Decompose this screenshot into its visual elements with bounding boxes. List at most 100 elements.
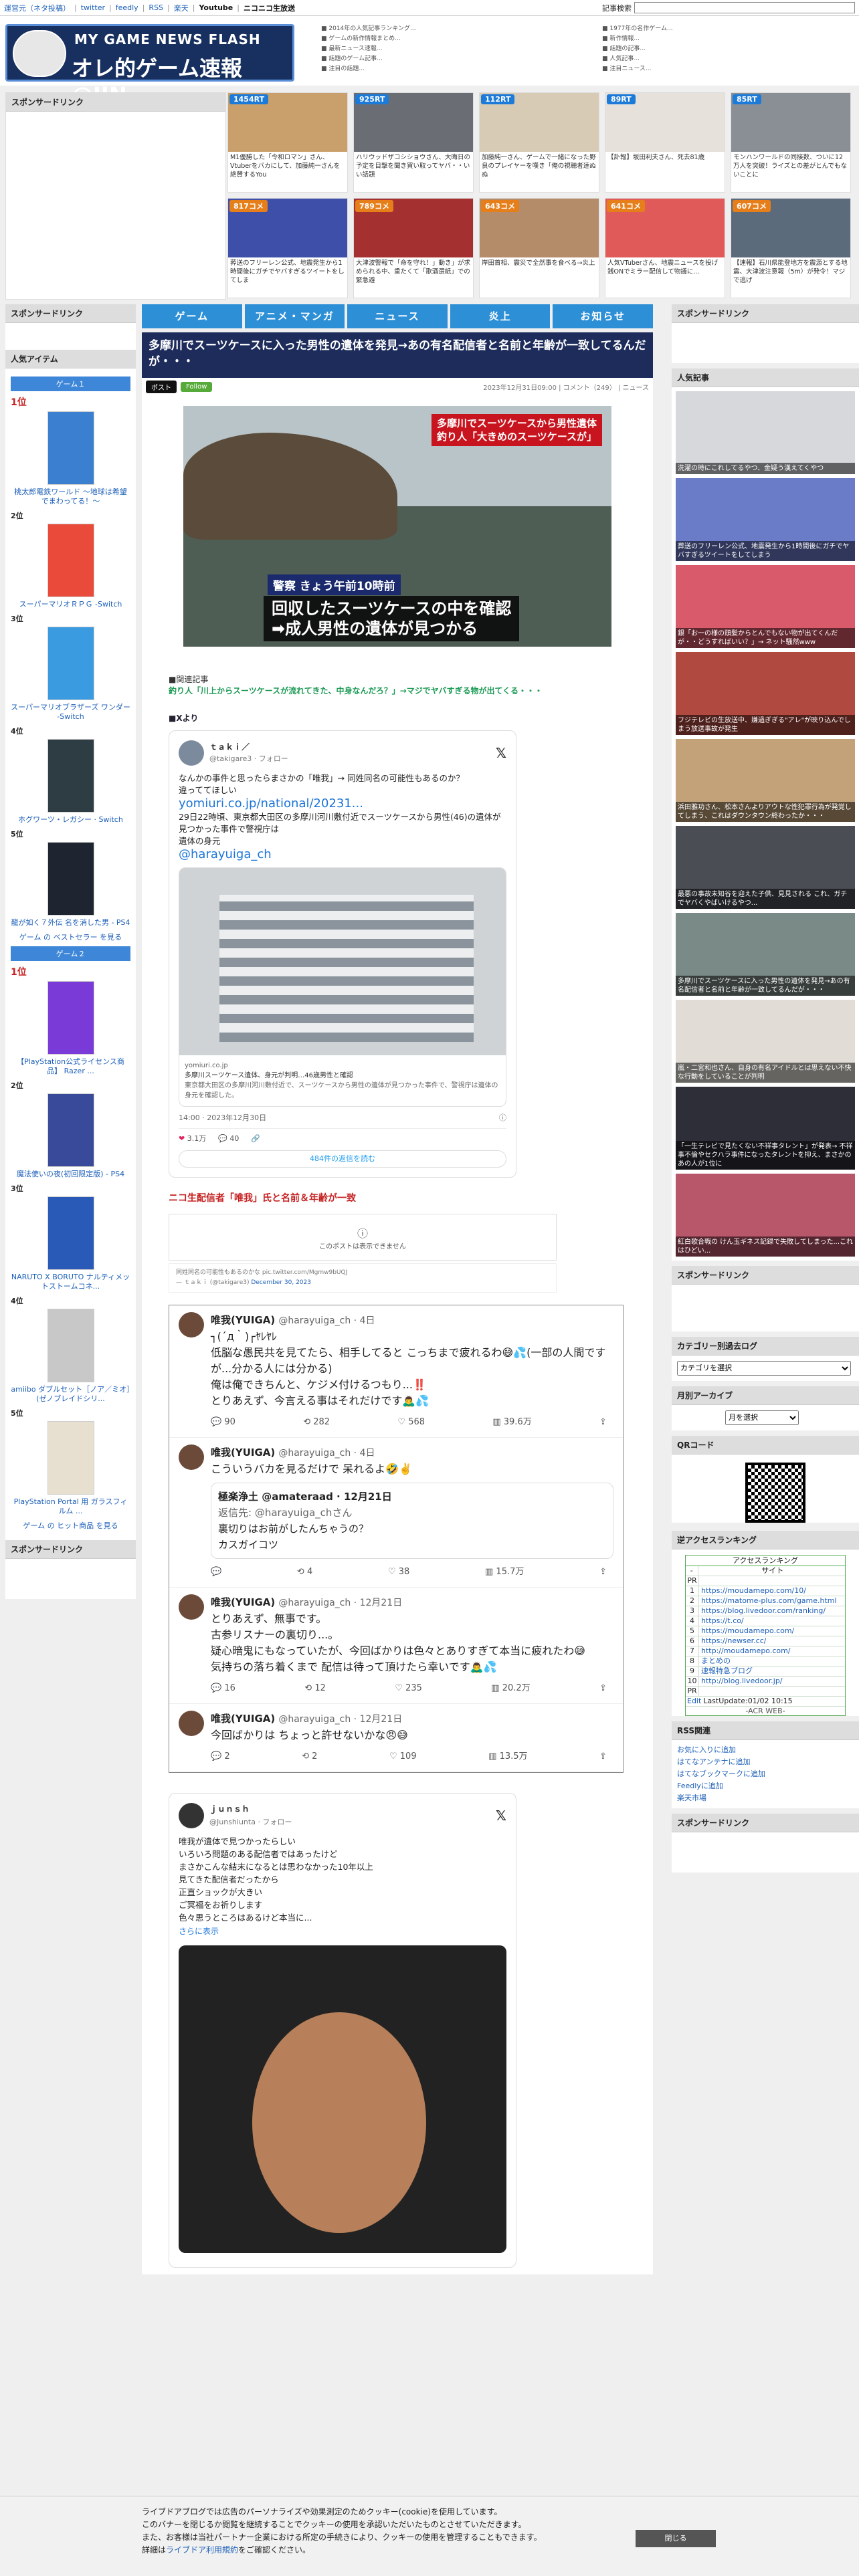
reply-button[interactable]: 💬 [211,1564,221,1580]
ranking-card[interactable]: 607コメ 【速報】石川県能登地方を震源とする地震、大津波注意報（5m）が発令！マ… [731,198,851,298]
rss-link[interactable]: お気に入りに追加 [672,1744,859,1756]
popular-article[interactable]: 「一生テレビで見たくない不祥事タレント」が発表→ 不祥事不倫やセクハラ事件になっ… [676,1087,855,1170]
ranking-card[interactable]: 112RT 加藤純一さん、ゲームで一緒になった野良のプレイヤーを嘆き「俺の視聴者達… [479,92,599,193]
post-author-handle[interactable]: @harayuiga_ch · 12月21日 [278,1598,402,1608]
reply-button[interactable]: 💬 2 [211,1749,230,1765]
nav-tab[interactable]: ニュース [347,304,448,328]
product-item[interactable]: ホグワーツ・レガシー · Switch [11,739,130,825]
product-item[interactable]: NARUTO X BORUTO ナルティメットストームコネ... [11,1196,130,1291]
x-logo-icon[interactable]: 𝕏 [496,746,506,760]
header-news-item[interactable]: ■ 2014年の人気記事ランキング... [321,24,589,34]
tweet-author-handle[interactable]: @Junshiunta · フォロー [209,1816,292,1828]
post-author-name[interactable]: 唯我(YUIGA) [211,1314,275,1326]
month-select[interactable]: 月を選択 [725,1410,799,1425]
rank-site-link[interactable]: まとめの [699,1656,731,1666]
read-replies-button[interactable]: 484件の返信を読む [179,1150,506,1168]
rank-site-link[interactable]: https://blog.livedoor.com/ranking/ [699,1606,826,1616]
popular-article[interactable]: 葬送のフリーレン公式、地震発生から1時間後にガチでヤバすぎるツイートをしてしまう [676,478,855,561]
tweet-link[interactable]: yomiuri.co.jp/national/20231... [179,796,506,811]
comment-count[interactable]: コメント（249） [563,385,616,392]
edit-link[interactable]: Edit [686,1697,701,1706]
rank-site-link[interactable]: http://moudamepo.com/ [699,1646,791,1656]
popular-article[interactable]: 最悪の事故未知谷を迎えた子供、見見される これ、ガチでヤバくやばいけるやつ... [676,826,855,909]
rss-link[interactable]: Feedlyに追加 [672,1780,859,1792]
rank-site-link[interactable]: https://matome-plus.com/game.html [699,1596,837,1606]
popular-article[interactable]: 嵐・二宮和也さん、自身の有名アイドルとは思えない不快な行動をしていることが判明 [676,1000,855,1083]
header-news-item[interactable]: ■ 最新ニュース速報... [321,44,589,54]
tweet-author-name[interactable]: ｔａｋｉ／ [209,741,288,753]
popular-article[interactable]: 銀「お一の様の頭髪からとんでもない物が出てくんだが・・どうすればいい？」→ ネッ… [676,565,855,648]
popular-article[interactable]: 浜田雅功さん、松本さんよりアウトな性犯罪行為が発覚してしまう、これはダウンタウン… [676,739,855,822]
tweet-mention[interactable]: @harayuiga_ch [179,847,506,862]
tweet-author-name[interactable]: ｊｕｎｓｈ [209,1803,292,1816]
share-icon[interactable]: ⇪ [599,1564,607,1580]
retweet-button[interactable]: ⟲ 12 [304,1681,326,1697]
ranking-card[interactable]: 641コメ 人気VTuberさん、地震ニュースを投げ銭ONでミラー配信して物議に.… [605,198,725,298]
header-news-item[interactable]: ■ 人気記事... [602,54,859,64]
product-item[interactable]: PlayStation Portal 用 ガラスフィルム ... [11,1421,130,1516]
product-item[interactable]: 魔法使いの夜(初回限定版) - PS4 [11,1093,130,1179]
bestseller-link[interactable]: ゲーム の ベストセラー を見る [11,932,130,942]
popular-article[interactable]: 洗濯の時にこれしてるやつ、金疑う漢えてくやつ [676,391,855,474]
site-logo[interactable]: MY GAME NEWS FLASH オレ的ゲーム速報@JIN [5,24,294,108]
avatar[interactable] [179,1594,204,1620]
header-news-item[interactable]: ■ ゲームの新作情報まとめ... [321,34,589,44]
topbar-link[interactable]: Youtube [199,3,233,12]
follow-button[interactable]: Follow [181,381,213,392]
product-item[interactable]: 【PlayStation公式ライセンス商品】 Razer ... [11,981,130,1076]
hit-items-link[interactable]: ゲーム の ヒット商品 を見る [11,1520,130,1531]
product-item[interactable]: amiibo ダブルセット［ノア／ミオ］(ゼノブレイドシリ... [11,1309,130,1404]
ranking-card[interactable]: 643コメ 岸田首相、震災で全然事を食べる→炎上 [479,198,599,298]
nav-tab[interactable]: 炎上 [450,304,551,328]
avatar[interactable] [179,1711,204,1736]
share-icon[interactable]: ⇪ [599,1749,607,1765]
topbar-link[interactable]: 楽天 [174,3,189,13]
popular-article[interactable]: 多摩川でスーツケースに入った男性の遺体を発見→あの有名配信者と名前と年齢が一致し… [676,913,855,996]
share-x-button[interactable]: ポスト [146,380,177,393]
post-author-name[interactable]: 唯我(YUIGA) [211,1446,275,1459]
post-author-handle[interactable]: @harayuiga_ch · 12月21日 [278,1714,402,1725]
topbar-link[interactable]: feedly [116,3,138,12]
tweet-author-handle[interactable]: @takigare3 · フォロー [209,753,288,765]
copy-link-icon[interactable]: 🔗 [251,1133,260,1145]
header-news-item[interactable]: ■ 話題の記事... [602,44,859,54]
rank-site-link[interactable]: 速報特急ブログ [699,1667,753,1676]
topbar-link[interactable]: twitter [81,3,105,12]
link-card[interactable]: yomiuri.co.jp 多摩川スーツケース遺体、身元が判明…46歳男性と確認… [179,867,506,1107]
quoted-post[interactable]: 極楽浄土 @amateraad · 12月21日 返信先: @harayuiga_… [211,1483,613,1559]
product-item[interactable]: 桃太郎電鉄ワールド ～地球は希望でまわってる！～ [11,411,130,506]
popular-article[interactable]: 紅白歌合戦の けん玉ギネス記録で失敗してしまった...これはひどい... [676,1174,855,1257]
ranking-card[interactable]: 89RT 【訃報】坂田利夫さん、死去81歳 [605,92,725,193]
blockquote-text[interactable]: 同姓同名の可能性もあるのかな pic.twitter.com/Mgmw9bUQJ [176,1268,549,1278]
reply-button[interactable]: 💬 16 [211,1681,235,1697]
avatar[interactable] [179,740,204,766]
retweet-button[interactable]: ⟲ 2 [302,1749,317,1765]
ranking-card[interactable]: 789コメ 大津波警報で「命を守れ！」動き」が求められる中、重たくて「歌酒選紙」で… [353,198,474,298]
rss-link[interactable]: はてなアンテナに追加 [672,1756,859,1768]
views-button[interactable]: ▥ 13.5万 [488,1749,527,1765]
nav-tab[interactable]: アニメ・マンガ [244,304,345,328]
rank-site-link[interactable]: http://blog.livedoor.jp/ [699,1677,783,1686]
header-news-item[interactable]: ■ 注目ニュース... [602,64,859,74]
related-link[interactable]: 釣り人「川上からスーツケースが流れてきた、中身なんだろ？」→マジでヤバすぎる物が… [169,686,543,695]
retweet-button[interactable]: ⟲ 282 [303,1414,330,1430]
views-button[interactable]: ▥ 15.7万 [485,1564,524,1580]
x-logo-icon[interactable]: 𝕏 [496,1809,506,1822]
avatar[interactable] [179,1444,204,1470]
like-button[interactable]: ♡ 235 [395,1681,422,1697]
rank-site-link[interactable]: https://newser.cc/ [699,1636,766,1646]
tweet-photo[interactable] [179,1945,506,2253]
like-button[interactable]: ♡ 568 [397,1414,425,1430]
nav-tab[interactable]: お知らせ [553,304,653,328]
acr-footer[interactable]: -ACR WEB- [686,1707,845,1715]
rss-link[interactable]: はてなブックマークに追加 [672,1768,859,1780]
header-news-item[interactable]: ■ 新作情報... [602,34,859,44]
header-news-item[interactable]: ■ 注目の話題... [321,64,589,74]
avatar[interactable] [179,1312,204,1337]
show-more-link[interactable]: さらに表示 [179,1927,219,1936]
article-category[interactable]: ニュース [623,385,650,392]
share-icon[interactable]: ⇪ [599,1681,607,1697]
share-icon[interactable]: ⇪ [599,1414,607,1430]
avatar[interactable] [179,1803,204,1828]
header-news-item[interactable]: ■ 話題のゲーム記事... [321,54,589,64]
